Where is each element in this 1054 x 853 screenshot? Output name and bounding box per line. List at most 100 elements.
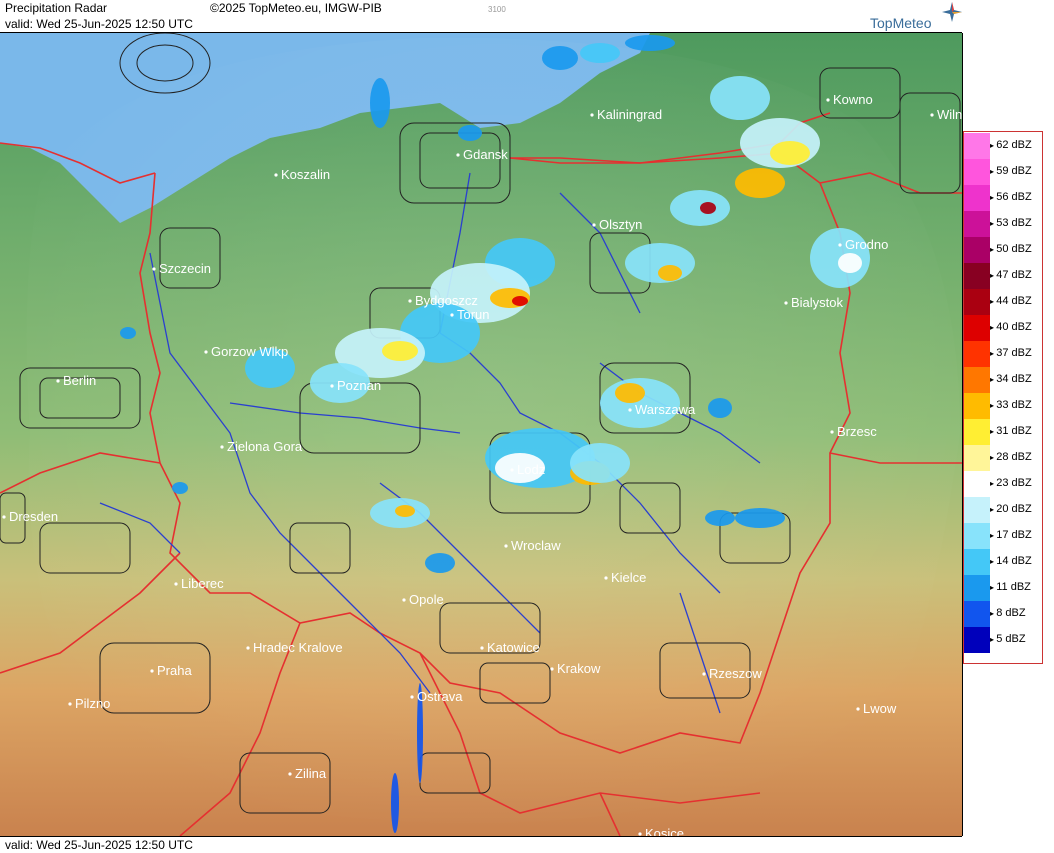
legend-label: 33 dBZ [990,399,1040,411]
city-label: Wroclaw [511,538,561,553]
legend-label: 56 dBZ [990,191,1040,203]
city-marker [288,772,292,776]
city-marker [68,702,72,706]
precipitation-echo [425,553,455,573]
city-label: Gorzow Wlkp [211,344,288,359]
topmeteo-logo[interactable]: TopMeteo [866,2,962,31]
city-marker [856,707,860,711]
city-label: Lodz [517,462,545,477]
precipitation-echo [382,341,418,361]
legend-label: 31 dBZ [990,425,1040,437]
precipitation-echo [370,78,390,128]
city-label: Kosice [645,826,684,836]
precipitation-echo [705,510,735,526]
city-label: Kaliningrad [597,107,662,122]
city-label: Lwow [863,701,897,716]
legend-label: 14 dBZ [990,555,1040,567]
valid-time-footer: valid: Wed 25-Jun-2025 12:50 UTC [5,838,193,852]
city-marker [838,243,842,247]
legend-row: 47 dBZ [964,263,1042,289]
legend-swatch [964,601,990,627]
city-label: Warszawa [635,402,696,417]
legend-label: 8 dBZ [990,607,1040,619]
city-label: Wilno [937,107,962,122]
legend-swatch [964,445,990,471]
legend-label: 20 dBZ [990,503,1040,515]
map-footer: valid: Wed 25-Jun-2025 12:50 UTC [0,836,962,853]
legend-label: 59 dBZ [990,165,1040,177]
city-label: Praha [157,663,192,678]
city-label: Krakow [557,661,601,676]
legend-swatch [964,289,990,315]
legend-row: 44 dBZ [964,289,1042,315]
legend-row: 62 dBZ [964,133,1042,159]
city-marker [784,301,788,305]
city-marker [550,667,554,671]
legend-row: 8 dBZ [964,601,1042,627]
city-marker [510,468,514,472]
city-marker [504,544,508,548]
legend-row: 17 dBZ [964,523,1042,549]
city-label: Bialystok [791,295,844,310]
precipitation-echo [710,76,770,120]
city-label: Torun [457,307,490,322]
legend-swatch [964,211,990,237]
city-marker [456,153,460,157]
legend-swatch [964,159,990,185]
city-marker [330,384,334,388]
legend-label: 62 dBZ [990,139,1040,151]
city-marker [246,646,250,650]
city-marker [604,576,608,580]
precipitation-echo [458,125,482,141]
city-marker [450,313,454,317]
city-label: Bydgoszcz [415,293,478,308]
city-label: Zielona Gora [227,439,303,454]
city-label: Hradec Kralove [253,640,343,655]
city-label: Rzeszow [709,666,762,681]
city-marker [592,223,596,227]
city-marker [220,445,224,449]
city-label: Liberec [181,576,224,591]
city-label: Szczecin [159,261,211,276]
legend-row: 23 dBZ [964,471,1042,497]
radar-map[interactable]: Kaliningrad Kowno Wilno Gdansk Koszalin Olszt… [0,33,963,836]
map-title: Precipitation Radar [5,1,108,15]
precipitation-echo [391,773,399,833]
city-label: Kielce [611,570,646,585]
city-marker [402,598,406,602]
legend-label: 53 dBZ [990,217,1040,229]
legend-swatch [964,549,990,575]
city-marker [826,98,830,102]
legend-row: 56 dBZ [964,185,1042,211]
legend-label: 37 dBZ [990,347,1040,359]
legend-row: 33 dBZ [964,393,1042,419]
precipitation-echo [512,296,528,306]
city-marker [150,669,154,673]
precipitation-echo [658,265,682,281]
legend-row: 34 dBZ [964,367,1042,393]
precipitation-echo [625,35,675,51]
city-marker [174,582,178,586]
legend-label: 50 dBZ [990,243,1040,255]
legend-row: 14 dBZ [964,549,1042,575]
legend-row: 40 dBZ [964,315,1042,341]
legend-swatch [964,419,990,445]
city-marker [702,672,706,676]
precipitation-echo [580,43,620,63]
legend-row: 59 dBZ [964,159,1042,185]
city-label: Koszalin [281,167,330,182]
legend-swatch [964,367,990,393]
precipitation-echo [120,327,136,339]
city-marker [2,515,6,519]
legend-row: 28 dBZ [964,445,1042,471]
copyright-notice: ©2025 TopMeteo.eu, IMGW-PIB [210,1,382,15]
city-marker [628,408,632,412]
city-marker [590,113,594,117]
map-header: Precipitation Radar valid: Wed 25-Jun-20… [0,0,962,33]
city-label: Ostrava [417,689,463,704]
legend-swatch [964,393,990,419]
legend-swatch [964,627,990,653]
precipitation-echo [172,482,188,494]
city-label: Poznan [337,378,381,393]
legend-swatch [964,263,990,289]
